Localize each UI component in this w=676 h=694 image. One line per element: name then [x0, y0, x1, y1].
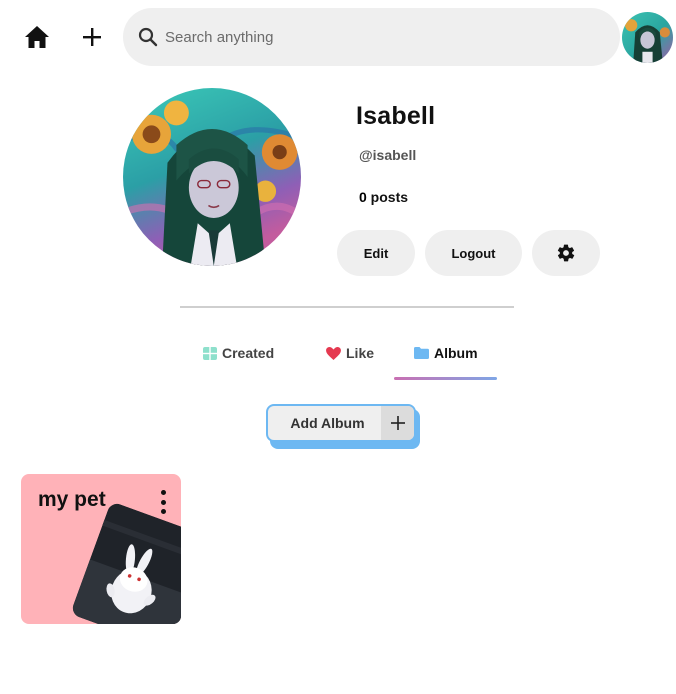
more-vertical-icon-dot — [160, 499, 166, 505]
home-icon — [25, 26, 49, 48]
tab-album[interactable]: Album — [414, 340, 478, 366]
profile-avatar — [123, 88, 301, 266]
profile-page: Isabell @isabell 0 posts Edit Logout Cre… — [0, 0, 676, 694]
folder-icon — [414, 347, 429, 359]
profile-divider — [180, 306, 514, 308]
create-button[interactable] — [75, 20, 109, 54]
posts-count-label: posts — [366, 189, 409, 205]
avatar — [622, 12, 673, 63]
add-album-label: Add Album — [290, 415, 365, 431]
user-avatar-button[interactable] — [622, 12, 673, 63]
gear-icon — [557, 244, 575, 262]
settings-button[interactable] — [532, 230, 600, 276]
more-vertical-icon-dot — [160, 490, 166, 495]
profile-handle: @isabell — [359, 147, 417, 163]
edit-button-label: Edit — [363, 245, 389, 261]
logout-button-label: Logout — [451, 245, 496, 261]
album-cover-image — [70, 501, 181, 624]
avatar-illustration — [123, 88, 301, 266]
tab-created[interactable]: Created — [203, 340, 274, 366]
grid-icon — [203, 346, 217, 360]
active-tab-indicator — [394, 377, 497, 380]
search-bar[interactable] — [123, 8, 620, 66]
posts-count: 0 posts — [359, 189, 408, 205]
tab-album-label: Album — [434, 345, 478, 361]
profile-name: Isabell — [356, 102, 436, 130]
logout-button[interactable]: Logout — [425, 230, 522, 276]
search-icon — [138, 27, 158, 47]
search-input[interactable] — [163, 21, 607, 53]
add-album-plus — [381, 406, 414, 440]
tab-like[interactable]: Like — [326, 340, 374, 366]
more-vertical-icon-dot — [160, 509, 166, 514]
plus-icon — [390, 416, 405, 430]
add-album-button[interactable]: Add Album — [266, 404, 416, 442]
plus-icon — [83, 28, 101, 46]
album-title: my pet — [38, 488, 106, 511]
home-button[interactable] — [20, 20, 54, 54]
album-menu-button[interactable] — [157, 490, 169, 514]
tab-like-label: Like — [346, 345, 375, 361]
tab-created-label: Created — [222, 345, 275, 361]
posts-count-value: 0 — [359, 189, 367, 205]
album-card[interactable]: my pet — [21, 474, 181, 624]
heart-icon — [326, 346, 341, 360]
edit-profile-button[interactable]: Edit — [337, 230, 415, 276]
